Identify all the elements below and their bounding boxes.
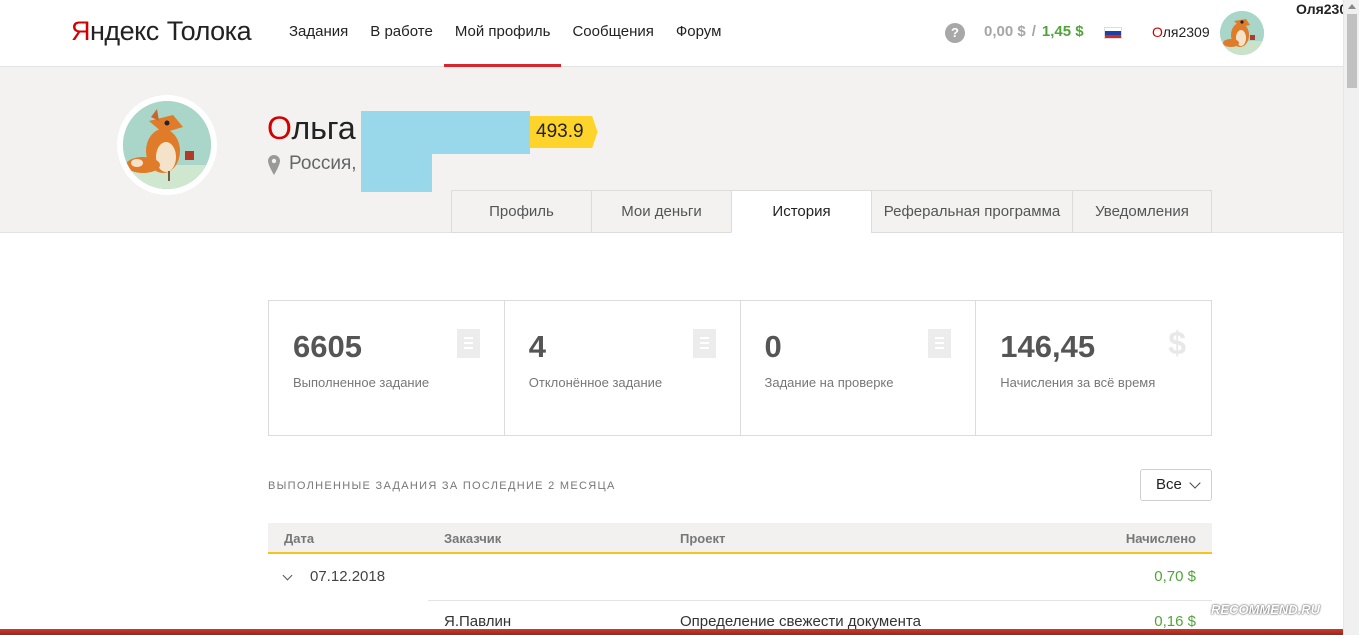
column-date[interactable]: Дата [284, 531, 314, 546]
stat-label: Задание на проверке [764, 375, 894, 390]
history-day-row[interactable]: 07.12.2018 0,70 $ [268, 556, 1212, 600]
stat-rejected: 4 Отклонённое задание [505, 301, 741, 435]
list-icon [692, 329, 716, 358]
history-section-title: ВЫПОЛНЕННЫЕ ЗАДАНИЯ ЗА ПОСЛЕДНИЕ 2 МЕСЯЦ… [268, 480, 616, 492]
stat-label: Отклонённое задание [528, 375, 663, 390]
map-pin-graphic [268, 155, 280, 175]
dollar-icon: $ [1168, 325, 1186, 361]
balance-separator: / [1031, 23, 1036, 40]
stat-value: 6605 [293, 329, 362, 364]
user-name[interactable]: Оля2309 [1152, 24, 1210, 40]
list-icon [456, 329, 480, 358]
history-filter-select[interactable]: Все [1140, 469, 1212, 501]
nav-tasks[interactable]: Задания [278, 0, 359, 67]
list-icon [928, 329, 952, 358]
row-project: Определение свежести документа [680, 613, 921, 630]
stat-value: 4 [528, 329, 546, 364]
balance-available: 1,45 $ [1041, 23, 1084, 40]
flag-stripe-red [1105, 34, 1121, 38]
day-date: 07.12.2018 [310, 568, 386, 585]
row-amount: 0,16 $ [1154, 613, 1196, 630]
tab-referral-program[interactable]: Реферальная программа [871, 190, 1072, 233]
fox-avatar-icon[interactable] [1220, 11, 1264, 55]
stat-total-earnings: 146,45 Начисления за всё время $ [976, 301, 1211, 435]
column-customer[interactable]: Заказчик [444, 531, 501, 546]
fox-avatar-small-graphic [1220, 11, 1264, 55]
stats-panel: 6605 Выполненное задание 4 Отклонённое з… [268, 300, 1212, 436]
top-header: Яндекс Толока Задания В работе Мой профил… [0, 0, 1343, 67]
stat-label: Выполненное задание [293, 375, 430, 390]
column-project[interactable]: Проект [680, 531, 725, 546]
day-amount: 0,70 $ [1154, 568, 1196, 585]
user-name-first: О [1152, 24, 1163, 40]
nav-in-progress[interactable]: В работе [359, 0, 444, 67]
stat-label: Начисления за всё время [1000, 375, 1156, 390]
stat-completed: 6605 Выполненное задание [269, 301, 505, 435]
tab-profile[interactable]: Профиль [451, 190, 591, 233]
redaction-block [361, 154, 432, 192]
profile-tabs: Профиль Мои деньги История Реферальная п… [451, 190, 1212, 233]
row-customer: Я.Павлин [444, 613, 512, 630]
tab-history[interactable]: История [731, 190, 871, 233]
balance[interactable]: 0,00 $ / 1,45 $ [984, 23, 1084, 40]
tab-notifications[interactable]: Уведомления [1072, 190, 1212, 233]
nav-forum[interactable]: Форум [665, 0, 733, 67]
russian-flag-icon[interactable] [1104, 27, 1122, 39]
profile-name-first: О [267, 110, 292, 146]
nav-messages[interactable]: Сообщения [561, 0, 664, 67]
chevron-down-icon [1189, 477, 1201, 489]
history-filter-value: Все [1156, 476, 1182, 493]
main-nav: Задания В работе Мой профиль Сообщения Ф… [278, 0, 732, 67]
profile-name: Ольга [267, 110, 356, 147]
rating-badge: 493.9 [530, 116, 598, 148]
logo-brand-rest: ндекс [90, 16, 159, 46]
stat-under-review: 0 Задание на проверке [741, 301, 977, 435]
profile-avatar[interactable] [117, 95, 217, 195]
yandex-toloka-logo[interactable]: Яндекс Толока [71, 16, 252, 47]
user-name-rest: ля2309 [1162, 24, 1210, 40]
fox-avatar-large-graphic [123, 101, 211, 189]
tab-my-money[interactable]: Мои деньги [591, 190, 731, 233]
page-scrollbar[interactable] [1343, 0, 1359, 635]
column-amount[interactable]: Начислено [1126, 531, 1196, 546]
help-icon[interactable]: ? [945, 23, 965, 43]
chevron-down-icon[interactable] [282, 570, 293, 581]
profile-name-rest: льга [291, 110, 356, 146]
profile-location: Россия, [289, 153, 357, 174]
stat-value: 0 [764, 329, 782, 364]
stat-value: 146,45 [1000, 329, 1096, 364]
nav-my-profile[interactable]: Мой профиль [443, 0, 562, 67]
map-pin-icon [268, 155, 280, 180]
os-taskbar [0, 629, 1343, 635]
balance-pending: 0,00 $ [984, 23, 1026, 40]
scroll-up-arrow-icon[interactable] [1348, 4, 1356, 9]
history-table-header: Дата Заказчик Проект Начислено [268, 523, 1212, 554]
logo-product: Толока [166, 16, 252, 46]
fox-avatar-icon [123, 101, 211, 189]
scrollbar-thumb[interactable] [1347, 14, 1357, 88]
logo-brand-first: Я [71, 16, 91, 46]
recommend-watermark: RECOMMEND.RU [1211, 602, 1321, 617]
redaction-block [361, 111, 530, 154]
